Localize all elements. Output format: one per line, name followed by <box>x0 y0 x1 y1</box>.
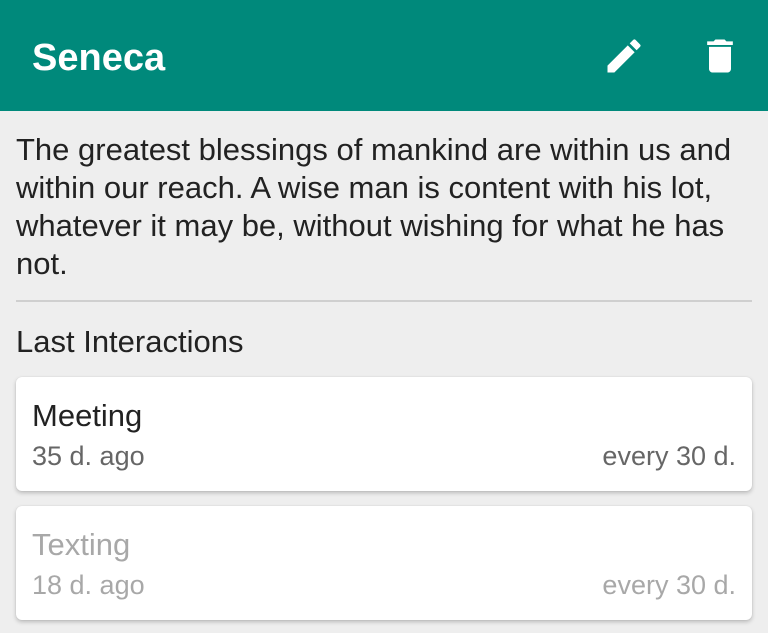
delete-button[interactable] <box>692 28 748 84</box>
interaction-card-meeting[interactable]: Meeting 35 d. ago every 30 d. <box>16 377 752 491</box>
divider <box>16 300 752 302</box>
interaction-last-time: 18 d. ago <box>32 570 145 600</box>
edit-button[interactable] <box>596 28 652 84</box>
interaction-type: Meeting <box>32 398 143 433</box>
interaction-type: Texting <box>32 527 131 562</box>
interaction-frequency: every 30 d. <box>602 441 736 471</box>
interaction-frequency: every 30 d. <box>602 570 736 600</box>
last-interactions-heading: Last Interactions <box>16 324 244 359</box>
quote-text: The greatest blessings of mankind are wi… <box>16 132 732 281</box>
interaction-last-time: 35 d. ago <box>32 441 145 471</box>
interaction-card-texting[interactable]: Texting 18 d. ago every 30 d. <box>16 506 752 620</box>
app-bar: Seneca <box>0 0 768 111</box>
pencil-icon <box>607 39 641 73</box>
trash-icon <box>707 39 733 73</box>
contact-name-title: Seneca <box>32 37 166 79</box>
